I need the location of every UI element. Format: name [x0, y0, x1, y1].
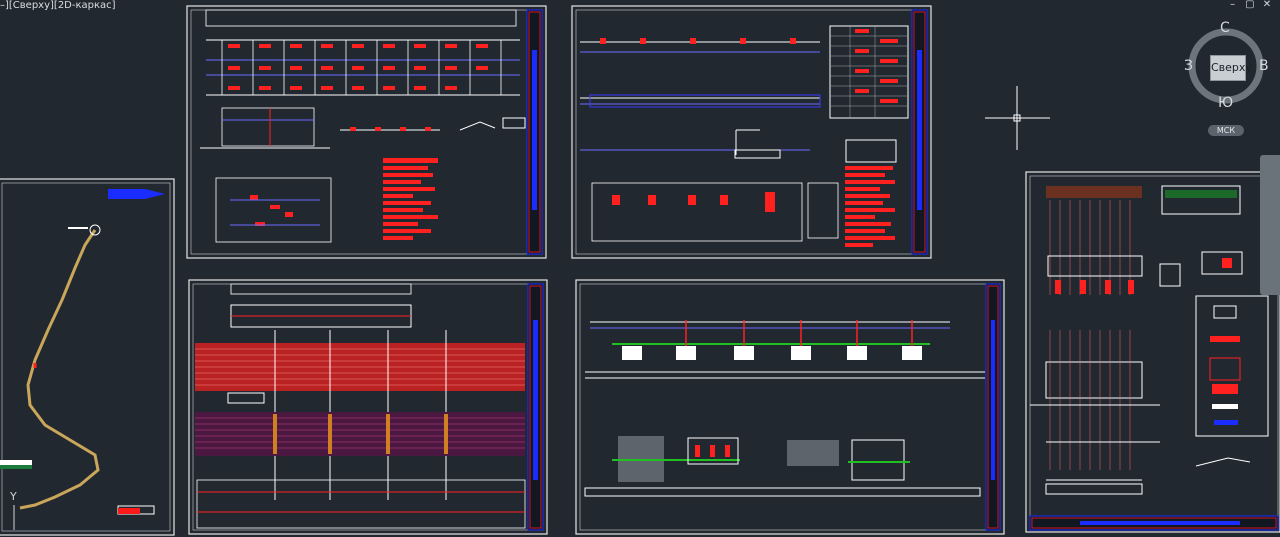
restore-button[interactable]: ▢ [1243, 0, 1257, 10]
close-button[interactable]: ✕ [1260, 0, 1274, 10]
sheet-pier-details[interactable] [1025, 171, 1280, 533]
viewport-label[interactable]: –][Сверху][2D-каркас] [0, 0, 116, 11]
sheet-bridge-elevation[interactable] [575, 279, 1005, 535]
sheet-bridge-plan[interactable] [186, 5, 547, 259]
sheet-deck-plan[interactable] [188, 279, 548, 535]
compass-south[interactable]: Ю [1218, 95, 1233, 111]
ucs-menu-button[interactable]: МСК [1208, 125, 1244, 136]
sheet-longitudinal-section[interactable] [571, 5, 932, 259]
north-arrow-block [108, 189, 165, 199]
crosshair-icon [985, 86, 1050, 150]
viewcube-face-top[interactable]: Сверху [1210, 55, 1252, 81]
navigation-bar-tab[interactable] [1260, 155, 1280, 295]
ucs-y-label: Y [10, 490, 17, 503]
sheet-route-plan[interactable] [0, 178, 175, 536]
drawing-canvas[interactable] [0, 0, 1280, 537]
compass-west[interactable]: З [1184, 58, 1193, 74]
minimize-button[interactable]: – [1226, 0, 1240, 10]
compass-north[interactable]: С [1220, 20, 1230, 36]
window-controls: – ▢ ✕ [1226, 0, 1274, 10]
compass-east[interactable]: В [1259, 58, 1269, 74]
